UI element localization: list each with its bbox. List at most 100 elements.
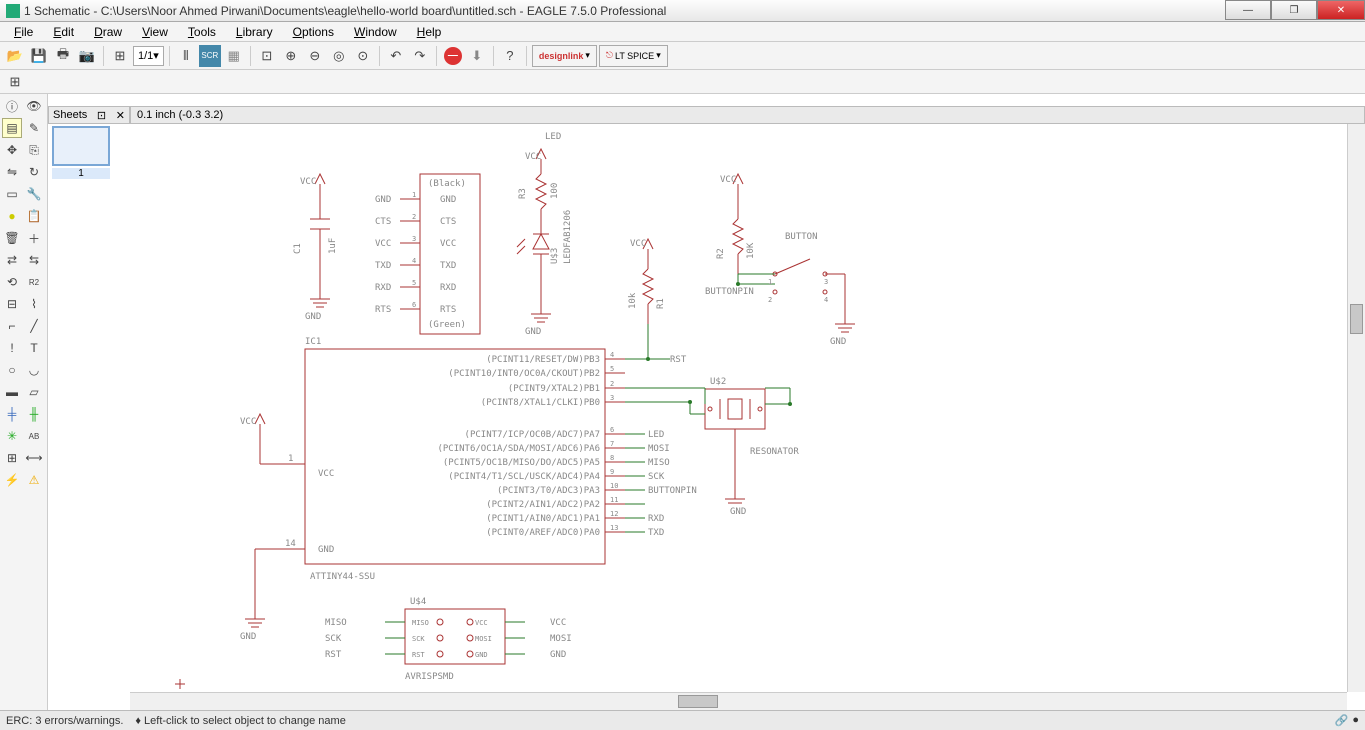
- svg-text:GND: GND: [305, 312, 321, 322]
- script-icon[interactable]: SCR: [199, 45, 221, 67]
- paste-icon[interactable]: 📋: [24, 206, 44, 226]
- svg-text:MOSI: MOSI: [648, 444, 670, 454]
- text-icon[interactable]: T: [24, 338, 44, 358]
- ulp-icon[interactable]: ▦: [223, 45, 245, 67]
- menu-edit[interactable]: Edit: [43, 23, 84, 41]
- redo-icon[interactable]: ↷: [409, 45, 431, 67]
- svg-text:CTS: CTS: [440, 217, 456, 227]
- zoom-in-icon[interactable]: ⊕: [280, 45, 302, 67]
- status-hint: ♦ Left-click to select object to change …: [135, 715, 345, 727]
- schematic-canvas[interactable]: VCC C1 1uF GND (Black) (Green) GND1GNDCT…: [130, 124, 1347, 692]
- param-toolbar: ⊞: [0, 70, 1365, 94]
- mark-icon[interactable]: ✎: [24, 118, 44, 138]
- name-icon[interactable]: R2: [24, 272, 44, 292]
- cut-icon[interactable]: ●: [2, 206, 22, 226]
- replace-icon[interactable]: ⟲: [2, 272, 22, 292]
- svg-text:(PCINT6/OC1A/SDA/MOSI/ADC6)PA6: (PCINT6/OC1A/SDA/MOSI/ADC6)PA6: [437, 444, 600, 454]
- svg-text:GND: GND: [525, 327, 541, 337]
- menu-options[interactable]: Options: [283, 23, 344, 41]
- arc-icon[interactable]: ◡: [24, 360, 44, 380]
- menu-library[interactable]: Library: [226, 23, 283, 41]
- menu-draw[interactable]: Draw: [84, 23, 132, 41]
- svg-text:ATTINY44-SSU: ATTINY44-SSU: [310, 572, 375, 582]
- show-icon[interactable]: 👁: [24, 96, 44, 116]
- add-icon[interactable]: ＋: [24, 228, 44, 248]
- net-icon[interactable]: ╫: [24, 404, 44, 424]
- pinswap-icon[interactable]: ⇄: [2, 250, 22, 270]
- svg-text:VCC: VCC: [300, 177, 316, 187]
- svg-text:4: 4: [610, 351, 614, 359]
- sheet-thumbnail[interactable]: [52, 126, 110, 166]
- svg-text:9: 9: [610, 468, 614, 476]
- change-icon[interactable]: 🔧: [24, 184, 44, 204]
- dim-icon[interactable]: ⟷: [24, 448, 44, 468]
- group-icon[interactable]: ▭: [2, 184, 22, 204]
- menu-bar: File Edit Draw View Tools Library Option…: [0, 22, 1365, 42]
- status-indicator-icon: ●: [1352, 714, 1359, 727]
- grid-icon[interactable]: ⊞: [4, 71, 26, 93]
- sheets-close-icon[interactable]: ✕: [116, 109, 125, 122]
- sheet-combo[interactable]: 1/1 ▾: [133, 46, 164, 66]
- undo-icon[interactable]: ↶: [385, 45, 407, 67]
- stop-icon[interactable]: —: [442, 45, 464, 67]
- scroll-thumb[interactable]: [1350, 304, 1363, 334]
- ltspice-button[interactable]: ⎋LT SPICE ▾: [599, 45, 668, 67]
- use-icon[interactable]: ⦀: [175, 45, 197, 67]
- sheet-number[interactable]: 1: [52, 168, 110, 179]
- svg-text:U$2: U$2: [710, 377, 726, 387]
- scroll-thumb[interactable]: [678, 695, 718, 708]
- zoom-select-icon[interactable]: ⊙: [352, 45, 374, 67]
- delete-icon[interactable]: 🗑: [2, 228, 22, 248]
- miter-icon[interactable]: ⌐: [2, 316, 22, 336]
- horizontal-scrollbar[interactable]: [130, 692, 1347, 710]
- smash-icon[interactable]: ⌇: [24, 294, 44, 314]
- svg-text:5: 5: [412, 279, 416, 287]
- zoom-fit-icon[interactable]: ⊡: [256, 45, 278, 67]
- info-icon[interactable]: ⓘ: [2, 96, 22, 116]
- designlink-button[interactable]: designlink ▾: [532, 45, 597, 67]
- gateswap-icon[interactable]: ⇆: [24, 250, 44, 270]
- close-button[interactable]: ✕: [1317, 0, 1365, 20]
- layers-icon[interactable]: ▤: [2, 118, 22, 138]
- move-icon[interactable]: ✥: [2, 140, 22, 160]
- label-icon[interactable]: AB: [24, 426, 44, 446]
- copy-icon[interactable]: ⎘: [24, 140, 44, 160]
- save-icon[interactable]: 💾: [28, 45, 50, 67]
- zoom-redraw-icon[interactable]: ◎: [328, 45, 350, 67]
- junction-icon[interactable]: ✳: [2, 426, 22, 446]
- menu-file[interactable]: File: [4, 23, 43, 41]
- maximize-button[interactable]: ❐: [1271, 0, 1317, 20]
- menu-window[interactable]: Window: [344, 23, 407, 41]
- menu-help[interactable]: Help: [407, 23, 452, 41]
- rect-icon[interactable]: ▬: [2, 382, 22, 402]
- svg-text:(Black): (Black): [428, 179, 466, 189]
- mirror-icon[interactable]: ⇋: [2, 162, 22, 182]
- erc-icon[interactable]: ⚡: [2, 470, 22, 490]
- menu-view[interactable]: View: [132, 23, 178, 41]
- bus-icon[interactable]: ╪: [2, 404, 22, 424]
- minimize-button[interactable]: —: [1225, 0, 1271, 20]
- print-icon[interactable]: 🖶: [52, 45, 74, 67]
- open-icon[interactable]: 📂: [4, 45, 26, 67]
- go-icon[interactable]: ⬇: [466, 45, 488, 67]
- attr-icon[interactable]: ⊞: [2, 448, 22, 468]
- circle-icon[interactable]: ○: [2, 360, 22, 380]
- svg-text:RXD: RXD: [440, 283, 456, 293]
- vertical-scrollbar[interactable]: [1347, 124, 1365, 692]
- svg-text:GND: GND: [550, 650, 566, 660]
- help-icon[interactable]: ?: [499, 45, 521, 67]
- board-icon[interactable]: ⊞: [109, 45, 131, 67]
- cam-icon[interactable]: 📷: [76, 45, 98, 67]
- sheets-undock-icon[interactable]: ⊡: [97, 109, 106, 122]
- split-icon[interactable]: ╱: [24, 316, 44, 336]
- invoke-icon[interactable]: !: [2, 338, 22, 358]
- zoom-out-icon[interactable]: ⊖: [304, 45, 326, 67]
- menu-tools[interactable]: Tools: [178, 23, 226, 41]
- errors-icon[interactable]: ⚠: [24, 470, 44, 490]
- svg-text:7: 7: [610, 440, 614, 448]
- poly-icon[interactable]: ▱: [24, 382, 44, 402]
- value-icon[interactable]: ⊟: [2, 294, 22, 314]
- svg-text:TXD: TXD: [648, 528, 664, 538]
- rotate-icon[interactable]: ↻: [24, 162, 44, 182]
- svg-text:SCK: SCK: [412, 635, 425, 643]
